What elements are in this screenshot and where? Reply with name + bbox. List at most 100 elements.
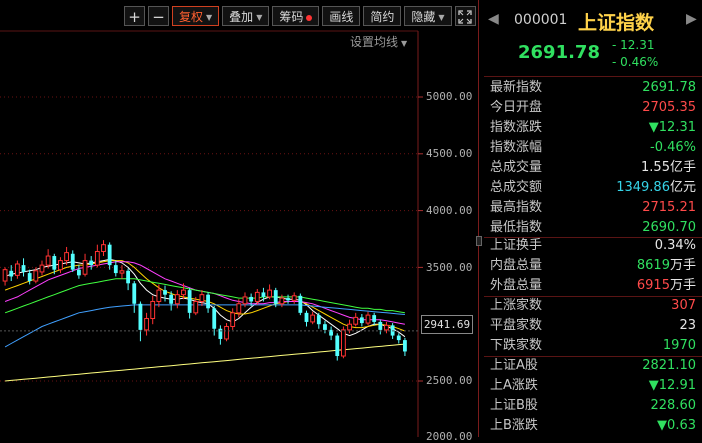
stat-value: 1.55亿手 [641,158,696,178]
current-price: 2691.78 [518,42,600,63]
candle-body [39,264,45,273]
stat-row: 上涨家数 307 [484,296,702,316]
price-change: - 12.31 [612,38,655,52]
candle-body [27,273,32,282]
candle-body [64,252,69,262]
candle-body [365,314,371,324]
candle-body [310,314,316,323]
next-stock-icon[interactable]: ▶ [686,11,697,27]
hide-label: 隐藏 [411,10,436,24]
panel-header: ◀ 000001 上证指数 ▶ [484,8,702,34]
candle-body [193,300,199,314]
stat-number: 2715.21 [642,200,696,215]
candle-body [378,321,383,330]
fuquan-dropdown[interactable]: 复权 ▼ [172,6,220,26]
candle-body [286,298,290,301]
candle-body [2,269,8,282]
candle-body [82,260,88,275]
stat-label: 指数涨幅 [490,140,543,155]
stat-label: 上A涨跌 [490,378,538,393]
stat-value: ▼12.91 [649,376,696,396]
stat-value: ▼0.63 [657,416,696,436]
stat-label: 总成交额 [490,180,543,195]
stat-number: 23 [679,318,696,333]
kline-chart-area[interactable]: + − 复权 ▼ 叠加 ▼ 筹码 画线 简约 隐藏 ▼ 设置均线 ▼ 5000.00 4… [0,0,478,443]
candle-body [372,315,377,322]
candle-body [76,269,81,276]
candle-body [316,315,321,325]
draw-line-button[interactable]: 画线 [322,6,361,26]
stat-number: ▼0.63 [657,418,696,433]
stat-number: 2691.78 [642,80,696,95]
stat-value: 6915万手 [637,276,696,296]
stat-row: 外盘总量 6915万手 [484,276,702,296]
stat-number: 228.60 [650,398,697,413]
resize-handle[interactable] [476,236,482,246]
stat-label: 指数涨跌 [490,120,543,135]
stat-row: 最新指数 2691.78 [484,78,702,98]
candle-body [291,295,297,301]
candle-body [236,303,242,314]
stat-label: 内盘总量 [490,258,543,273]
stat-number: 6915 [636,278,670,293]
candle-body [58,260,63,271]
stat-row: 最低指数 2690.70 [484,218,702,238]
candle-body [144,318,149,331]
candle-body [212,308,217,329]
price-change-pct: - 0.46% [612,55,659,69]
zoom-out-button[interactable]: − [148,6,169,26]
stock-code: 000001 [514,12,568,28]
stat-label: 上证A股 [490,358,538,373]
candle-body [174,294,180,305]
candle-body [138,303,143,330]
stat-row: 上A涨跌 ▼12.91 [484,376,702,396]
stat-number: 2705.35 [642,100,696,115]
candle-body [261,292,266,297]
candle-body [126,270,131,284]
stat-row: 今日开盘 2705.35 [484,98,702,118]
stat-row: 下跌家数 1970 [484,336,702,356]
stat-unit: 亿元 [669,180,696,195]
axis-label-5000: 5000.00 [426,90,473,103]
stat-value: 2821.10 [642,356,696,376]
stat-value: ▼12.31 [649,118,696,138]
stat-value: 2715.21 [642,198,696,218]
candle-body [341,329,346,357]
panel-divider [478,0,479,437]
fullscreen-icon [458,10,472,24]
candle-body [150,300,156,320]
candle-body [384,324,389,331]
stat-label: 今日开盘 [490,100,543,115]
prev-stock-icon[interactable]: ◀ [488,11,499,27]
ma-settings-dropdown[interactable]: 设置均线 ▼ [350,33,407,50]
ab-share-group: 上证A股 2821.10 上A涨跌 ▼12.91 上证B股 228.60 上B涨跌 ▼0.63 [484,356,702,436]
stat-number: 1.55 [641,160,670,175]
breadth-group: 上涨家数 307 平盘家数 23 下跌家数 1970 [484,296,702,356]
fuquan-label: 复权 [179,10,204,24]
overlay-dropdown[interactable]: 叠加 ▼ [222,6,270,26]
chevron-down-icon: ▼ [401,39,408,48]
stat-label: 最新指数 [490,80,543,95]
candle-body [14,263,20,276]
overlay-label: 叠加 [229,10,254,24]
candle-body [45,255,51,266]
zoom-in-button[interactable]: + [124,6,145,26]
stat-label: 最低指数 [490,220,543,235]
stat-row: 上证B股 228.60 [484,396,702,416]
hide-dropdown[interactable]: 隐藏 ▼ [404,6,452,26]
candle-body [101,244,106,252]
candle-body [187,290,192,313]
stat-unit: 亿手 [669,160,696,175]
candle-body [94,250,100,266]
candle-body [224,325,229,340]
stat-value: 228.60 [651,396,697,416]
brief-button[interactable]: 简约 [363,6,402,26]
chips-button[interactable]: 筹码 [272,6,320,26]
stat-value: 0.34% [655,236,696,256]
candle-body [113,265,118,274]
kline-chart[interactable] [0,0,478,437]
fullscreen-button[interactable] [454,6,476,26]
stat-label: 下跌家数 [490,338,543,353]
chips-label: 筹码 [279,10,304,24]
stat-label: 外盘总量 [490,278,543,293]
